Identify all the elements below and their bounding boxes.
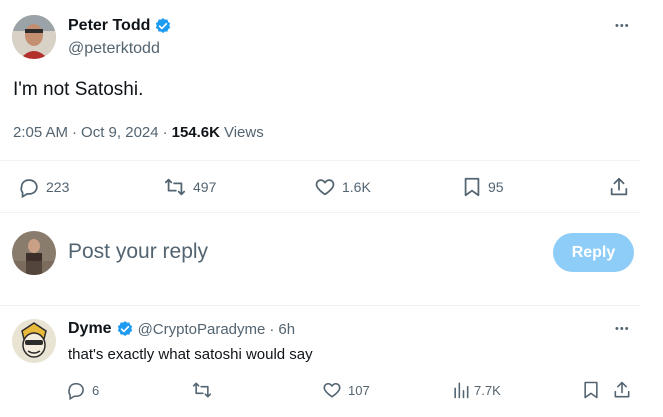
share-icon — [609, 176, 629, 198]
reply-icon — [18, 176, 40, 198]
reply-more-icon[interactable]: ••• — [615, 323, 630, 335]
author-avatar[interactable] — [12, 15, 56, 59]
reply-time[interactable]: 6h — [278, 321, 295, 338]
reply-text: that's exactly what satoshi would say — [68, 346, 313, 363]
like-count: 1.6K — [342, 179, 371, 195]
tweet-meta: 2:05 AM · Oct 9, 2024 · 154.6K Views — [13, 124, 264, 141]
repost-icon — [163, 176, 187, 198]
verified-badge-icon — [154, 17, 172, 35]
views-count: 154.6K — [171, 124, 220, 141]
repost-action[interactable]: 497 — [163, 176, 216, 198]
reply-input[interactable]: Post your reply — [68, 240, 208, 264]
reply-author-handle[interactable]: @CryptoParadyme — [138, 321, 266, 338]
heart-icon — [322, 380, 342, 400]
like-action[interactable]: 1.6K — [314, 176, 371, 198]
views-label: Views — [223, 124, 264, 141]
meta-separator: · — [269, 320, 275, 338]
divider — [0, 160, 640, 161]
repost-count: 497 — [193, 179, 217, 195]
reply-like-action[interactable]: 107 — [322, 380, 370, 400]
share-action[interactable] — [609, 176, 629, 198]
bookmark-icon — [582, 380, 600, 400]
analytics-icon — [452, 380, 470, 400]
reply-bookmark-action[interactable] — [582, 380, 600, 400]
verified-badge-icon — [116, 320, 134, 338]
meta-separator: · — [72, 124, 78, 141]
reply-reply-count: 6 — [92, 382, 100, 398]
reply-icon — [66, 380, 86, 400]
tweet-more-icon[interactable]: ••• — [615, 20, 630, 32]
reply-reply-action[interactable]: 6 — [66, 380, 99, 400]
composer-avatar[interactable] — [12, 231, 56, 275]
reply-author-name[interactable]: Dyme — [68, 320, 112, 338]
tweet-text: I'm not Satoshi. — [13, 79, 144, 100]
reply-author-avatar[interactable] — [12, 319, 56, 363]
author-name[interactable]: Peter Todd — [68, 17, 150, 35]
reply-share-action[interactable] — [613, 380, 631, 400]
reply-button[interactable]: Reply — [553, 233, 634, 272]
reply-repost-action[interactable] — [191, 380, 213, 400]
bookmark-action[interactable]: 95 — [462, 176, 504, 198]
heart-icon — [314, 176, 336, 198]
tweet-date[interactable]: Oct 9, 2024 — [81, 124, 159, 141]
bookmark-count: 95 — [488, 179, 504, 195]
reply-count: 223 — [46, 179, 70, 195]
reply-views-count: 7.7K — [474, 382, 501, 398]
reply-views-action[interactable]: 7.7K — [452, 380, 501, 400]
tweet-time[interactable]: 2:05 AM — [13, 124, 68, 141]
share-icon — [613, 380, 631, 400]
repost-icon — [191, 380, 213, 400]
divider — [0, 305, 640, 306]
divider — [0, 212, 640, 213]
meta-separator: · — [162, 124, 168, 141]
bookmark-icon — [462, 176, 482, 198]
reply-action[interactable]: 223 — [18, 176, 69, 198]
author-handle[interactable]: @peterktodd — [68, 40, 160, 58]
reply-like-count: 107 — [348, 382, 370, 398]
